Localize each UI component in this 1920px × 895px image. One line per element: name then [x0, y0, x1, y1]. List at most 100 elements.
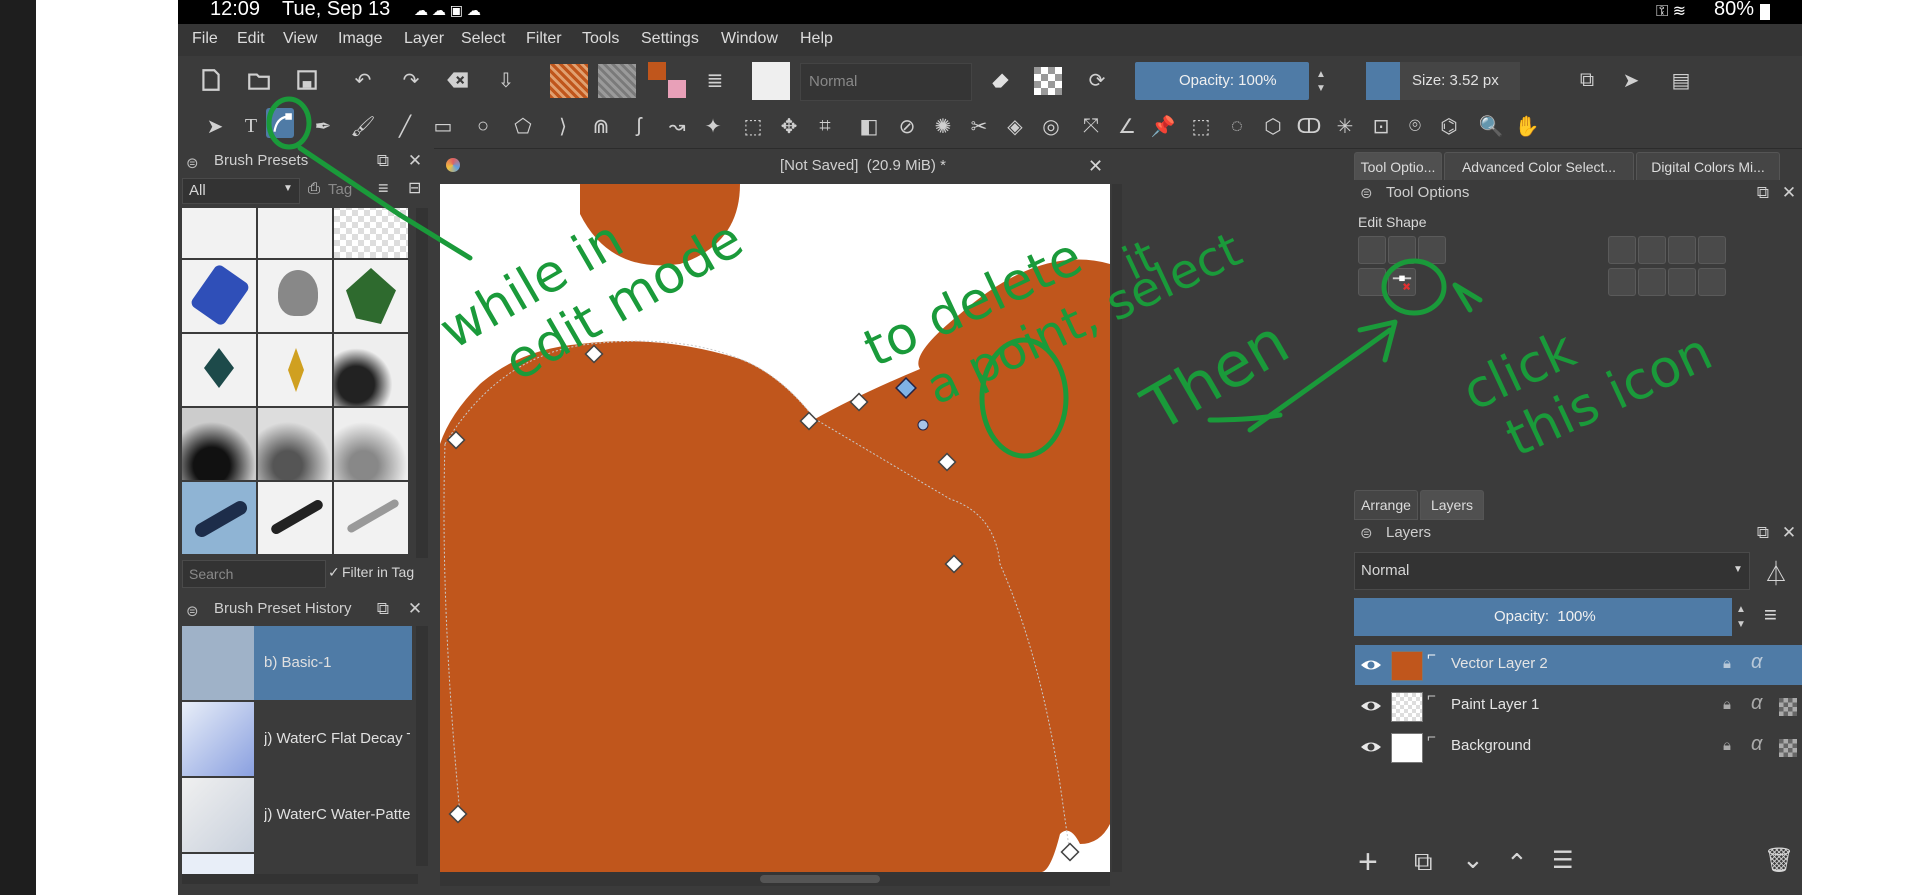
- visibility-eye-icon[interactable]: [1359, 735, 1383, 759]
- bezier-tool-icon[interactable]: ⋒: [586, 111, 616, 141]
- bezier-select-tool-icon[interactable]: ⌾: [1400, 111, 1430, 141]
- wrap-around-icon[interactable]: ➤: [1616, 65, 1646, 95]
- preset-thumbnail[interactable]: [258, 408, 332, 480]
- opacity-stepper[interactable]: ▲ ▼: [1316, 68, 1326, 96]
- rectangle-tool-icon[interactable]: ▭: [428, 111, 458, 141]
- redo-icon[interactable]: ↷: [396, 65, 426, 95]
- tag-button[interactable]: ⎙ Tag: [306, 178, 364, 202]
- menu-edit[interactable]: Edit: [237, 30, 265, 48]
- menu-tools[interactable]: Tools: [582, 30, 619, 48]
- foreground-color[interactable]: [648, 62, 666, 80]
- history-item[interactable]: j) WaterC Flat Decay Ti: [182, 702, 412, 776]
- add-layer-icon[interactable]: +: [1358, 842, 1378, 882]
- tab-tool-options[interactable]: Tool Optio...: [1354, 152, 1442, 182]
- fill-tool-icon[interactable]: ◈: [1000, 111, 1030, 141]
- close-docker-icon[interactable]: ✕: [406, 152, 424, 170]
- measure-tool-icon[interactable]: ∠: [1112, 111, 1142, 141]
- preset-search-input[interactable]: Search: [182, 560, 326, 588]
- menu-select[interactable]: Select: [461, 30, 505, 48]
- size-slider[interactable]: Size: 3.52 px: [1400, 62, 1520, 100]
- menu-help[interactable]: Help: [800, 30, 833, 48]
- break-at-point-button[interactable]: [1608, 268, 1636, 296]
- remove-point-button[interactable]: [1388, 268, 1416, 296]
- select-shapes-tool-icon[interactable]: ➤: [200, 111, 230, 141]
- brush-preset-preview[interactable]: [752, 62, 790, 100]
- layer-menu-icon[interactable]: ≡: [1764, 602, 1777, 628]
- transform-tool-icon[interactable]: ⬚: [738, 111, 768, 141]
- menu-settings[interactable]: Settings: [641, 30, 699, 48]
- make-curve-button[interactable]: [1698, 236, 1726, 264]
- delete-layer-icon[interactable]: 🗑︎: [1764, 846, 1794, 875]
- layer-opacity-slider[interactable]: Opacity: 100%: [1354, 598, 1732, 636]
- similar-select-tool-icon[interactable]: ⊡: [1366, 111, 1396, 141]
- polyline-tool-icon[interactable]: ⟩: [548, 111, 578, 141]
- freehand-select-tool-icon[interactable]: ↀ: [1294, 111, 1324, 141]
- layer-row-selected[interactable]: ⌐ Vector Layer 2 🔒︎ α: [1355, 645, 1802, 685]
- symmetric-point-button[interactable]: [1418, 236, 1446, 264]
- menu-file[interactable]: File: [192, 30, 218, 48]
- zoom-tool-icon[interactable]: 🔍: [1476, 111, 1506, 141]
- layer-row[interactable]: ⌐ Background 🔒︎ α: [1355, 727, 1802, 767]
- polygon-select-tool-icon[interactable]: ⬡: [1258, 111, 1288, 141]
- menu-window[interactable]: Window: [721, 30, 778, 48]
- preset-thumbnail[interactable]: [182, 208, 256, 258]
- history-scrollbar[interactable]: [416, 626, 428, 866]
- preset-thumbnail[interactable]: [334, 482, 408, 554]
- join-points-button[interactable]: [1668, 268, 1696, 296]
- menu-image[interactable]: Image: [338, 30, 382, 48]
- duplicate-layer-icon[interactable]: ⧉: [1414, 846, 1433, 878]
- break-at-segment-button[interactable]: [1638, 268, 1666, 296]
- preset-view-icon[interactable]: ⊟: [408, 178, 421, 198]
- canvas[interactable]: [440, 184, 1110, 872]
- layer-opacity-stepper[interactable]: ▲ ▼: [1736, 602, 1746, 632]
- open-folder-icon[interactable]: [244, 65, 274, 95]
- ellipse-tool-icon[interactable]: ○: [468, 111, 498, 141]
- preset-thumbnail[interactable]: [334, 260, 408, 332]
- lock-icon[interactable]: 🔒︎: [1723, 696, 1731, 713]
- save-icon[interactable]: [292, 65, 322, 95]
- preset-thumbnail[interactable]: [258, 482, 332, 554]
- docker-lock-icon[interactable]: ⊜: [1360, 184, 1373, 202]
- import-icon[interactable]: ⇩: [491, 65, 521, 95]
- calligraphy-tool-icon[interactable]: ✒: [308, 111, 338, 141]
- menu-filter[interactable]: Filter: [526, 30, 562, 48]
- tab-layers[interactable]: Layers: [1420, 490, 1484, 520]
- float-docker-icon[interactable]: ⧉: [374, 600, 392, 618]
- size-slider-fill[interactable]: [1366, 62, 1400, 100]
- magnetic-select-tool-icon[interactable]: ⌬: [1434, 111, 1464, 141]
- corner-point-button[interactable]: [1358, 236, 1386, 264]
- history-hscrollbar[interactable]: [182, 874, 418, 884]
- float-docker-icon[interactable]: ⧉: [374, 152, 392, 170]
- layer-blend-mode-select[interactable]: Normal ▼: [1354, 552, 1750, 590]
- color-picker-tool-icon[interactable]: ⊘: [892, 111, 922, 141]
- ellipse-select-tool-icon[interactable]: ◌: [1222, 111, 1252, 141]
- crop-tool-icon[interactable]: ⌗: [810, 111, 840, 141]
- float-docker-icon[interactable]: ⧉: [1754, 184, 1772, 202]
- preset-menu-icon[interactable]: ≡: [378, 178, 389, 199]
- pattern-swatch[interactable]: [598, 64, 636, 98]
- preset-filter-select[interactable]: All ▼: [182, 178, 300, 204]
- enclose-fill-tool-icon[interactable]: ◎: [1036, 111, 1066, 141]
- preset-thumbnail[interactable]: [258, 334, 332, 406]
- preset-thumbnail[interactable]: [334, 334, 408, 406]
- blend-mode-select[interactable]: Normal: [800, 63, 972, 101]
- alpha-icon[interactable]: α: [1751, 733, 1762, 756]
- docker-lock-icon[interactable]: ⊜: [186, 602, 199, 620]
- close-docker-icon[interactable]: ✕: [1780, 524, 1798, 542]
- move-layer-down-icon[interactable]: ⌄: [1462, 844, 1484, 875]
- tab-arrange[interactable]: Arrange: [1354, 490, 1418, 520]
- filter-icon[interactable]: ⏃: [1764, 554, 1788, 589]
- segment-to-curve-button[interactable]: [1638, 236, 1666, 264]
- freehand-path-tool-icon[interactable]: ʃ: [624, 111, 654, 141]
- filter-in-tag-checkbox[interactable]: ✓: [328, 564, 340, 581]
- tab-advanced-color-selector[interactable]: Advanced Color Select...: [1444, 152, 1634, 182]
- preset-thumbnail-selected[interactable]: [182, 482, 256, 554]
- visibility-eye-icon[interactable]: [1359, 653, 1383, 677]
- tab-digital-colors-mixer[interactable]: Digital Colors Mi...: [1636, 152, 1780, 182]
- layer-row[interactable]: ⌐ Paint Layer 1 🔒︎ α: [1355, 686, 1802, 726]
- inherit-alpha-icon[interactable]: [1779, 698, 1797, 716]
- alpha-icon[interactable]: α: [1751, 692, 1762, 715]
- layer-properties-icon[interactable]: ☰: [1552, 846, 1574, 875]
- multibrush-tool-icon[interactable]: ✦: [698, 111, 728, 141]
- eraser-icon[interactable]: [986, 65, 1016, 95]
